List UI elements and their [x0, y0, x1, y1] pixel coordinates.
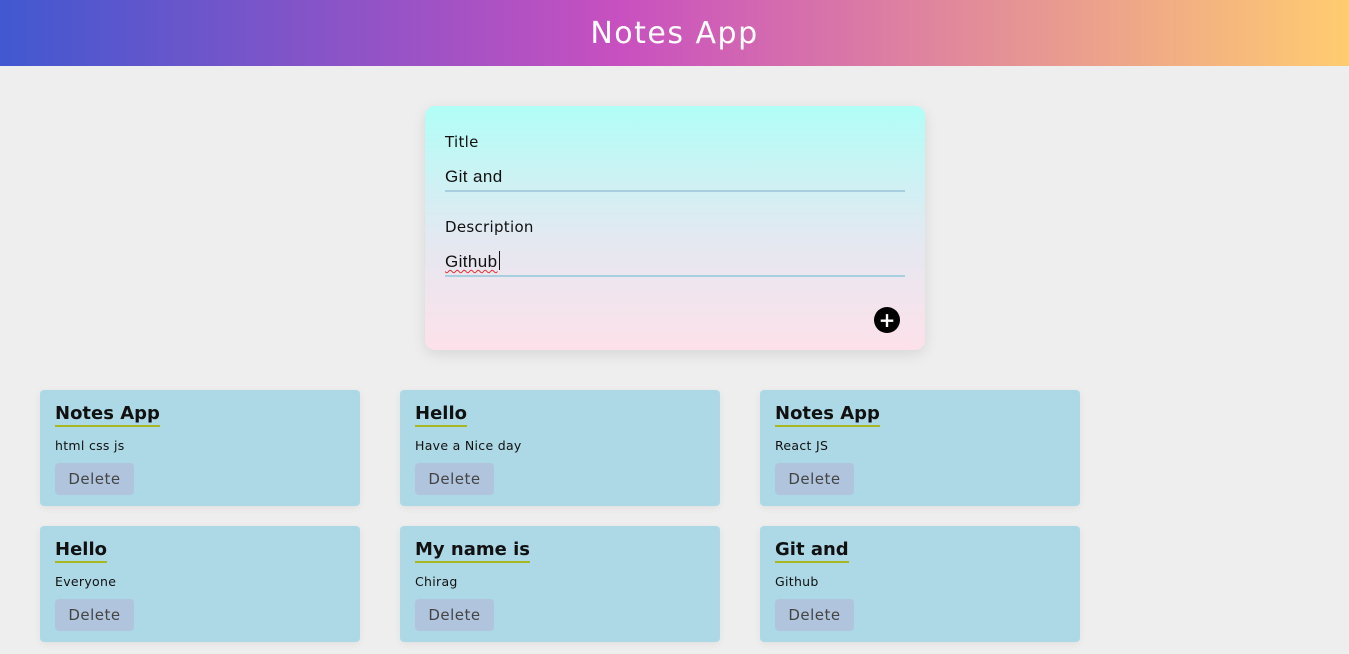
title-label: Title: [445, 133, 479, 151]
note-description: Chirag: [415, 574, 458, 589]
text-caret: [498, 251, 500, 270]
add-note-button[interactable]: +: [874, 307, 900, 333]
note-title: Hello: [415, 403, 467, 427]
description-input[interactable]: Github: [445, 247, 905, 277]
note-description: html css js: [55, 438, 125, 453]
delete-button[interactable]: Delete: [775, 599, 854, 631]
note-description: Everyone: [55, 574, 117, 589]
note-description: Github: [775, 574, 819, 589]
delete-button[interactable]: Delete: [415, 463, 494, 495]
note-card: My name is Chirag Delete: [400, 526, 720, 642]
delete-button[interactable]: Delete: [775, 463, 854, 495]
note-card: Notes App html css js Delete: [40, 390, 360, 506]
note-card: Git and Github Delete: [760, 526, 1080, 642]
description-label: Description: [445, 218, 534, 236]
app-header: Notes App: [0, 0, 1349, 66]
note-card: Hello Everyone Delete: [40, 526, 360, 642]
note-title: My name is: [415, 539, 530, 563]
app-title: Notes App: [590, 15, 759, 51]
note-title: Git and: [775, 539, 849, 563]
plus-icon: +: [878, 308, 896, 332]
note-description: React JS: [775, 438, 829, 453]
note-description: Have a Nice day: [415, 438, 522, 453]
delete-button[interactable]: Delete: [55, 463, 134, 495]
note-card: Hello Have a Nice day Delete: [400, 390, 720, 506]
note-card: Notes App React JS Delete: [760, 390, 1080, 506]
delete-button[interactable]: Delete: [55, 599, 134, 631]
note-title: Notes App: [775, 403, 880, 427]
note-title: Hello: [55, 539, 107, 563]
note-title: Notes App: [55, 403, 160, 427]
title-input[interactable]: Git and: [445, 162, 905, 192]
delete-button[interactable]: Delete: [415, 599, 494, 631]
note-form: Title Git and Description Github +: [425, 106, 925, 350]
